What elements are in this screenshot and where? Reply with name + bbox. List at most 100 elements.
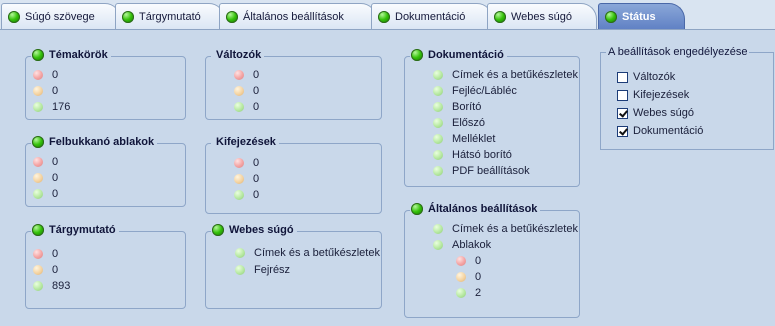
error-dot-icon bbox=[33, 157, 43, 167]
warning-dot-icon bbox=[33, 173, 43, 183]
error-dot-icon bbox=[234, 70, 244, 80]
error-dot-icon bbox=[234, 158, 244, 168]
status-item-label: Ablakok bbox=[452, 239, 492, 251]
warning-dot-icon bbox=[234, 86, 244, 96]
status-item-label: Címek és a betűkészletek bbox=[452, 223, 578, 235]
group-dokumentacio: Dokumentáció Címek és a betűkészletek Fe… bbox=[404, 49, 580, 187]
ok-dot-icon bbox=[234, 190, 244, 200]
error-count: 0 bbox=[253, 157, 260, 169]
ok-count: 176 bbox=[52, 101, 71, 113]
warning-dot-icon bbox=[234, 174, 244, 184]
group-kifejezesek: Kifejezések 0 0 0 bbox=[205, 136, 382, 214]
warning-dot-icon bbox=[33, 86, 43, 96]
warning-count: 0 bbox=[52, 85, 59, 97]
group-temakorok: Témakörök 0 0 176 bbox=[25, 49, 186, 120]
status-led-icon bbox=[122, 10, 134, 23]
group-altalanos-beallitasok: Általános beállítások Címek és a betűkés… bbox=[404, 203, 580, 318]
error-count: 0 bbox=[253, 69, 260, 81]
group-title: Webes súgó bbox=[211, 224, 297, 236]
group-title-text: Témakörök bbox=[49, 49, 108, 61]
settings-enable-groupbox: A beállítások engedélyezése Változók Kif… bbox=[600, 46, 774, 150]
ok-dot-icon bbox=[235, 248, 245, 258]
ok-count-row: 0 bbox=[234, 188, 259, 202]
enable-kifejezesek-checkbox[interactable]: Kifejezések bbox=[617, 88, 689, 102]
status-item: Melléklet bbox=[433, 132, 495, 146]
checkbox-label: Kifejezések bbox=[633, 89, 690, 101]
error-count: 0 bbox=[475, 255, 482, 267]
status-item: Ablakok bbox=[433, 238, 491, 252]
status-led-icon bbox=[32, 224, 44, 236]
ok-count-row: 176 bbox=[33, 100, 70, 114]
settings-title: A beállítások engedélyezése bbox=[606, 46, 750, 58]
ok-dot-icon bbox=[456, 288, 466, 298]
ok-dot-icon bbox=[433, 70, 443, 80]
status-item: Fejléc/Lábléc bbox=[433, 84, 517, 98]
error-dot-icon bbox=[456, 256, 466, 266]
tab-sugo-szovege[interactable]: Súgó szövege bbox=[1, 3, 121, 29]
status-led-icon bbox=[605, 11, 617, 23]
warning-count-row: 0 bbox=[33, 263, 58, 277]
error-count-row: 0 bbox=[33, 155, 58, 169]
status-item: Címek és a betűkészletek bbox=[433, 68, 578, 82]
enable-valtozok-checkbox[interactable]: Változók bbox=[617, 70, 675, 84]
status-led-icon bbox=[32, 136, 44, 148]
warning-count: 0 bbox=[253, 85, 260, 97]
status-led-icon bbox=[8, 10, 20, 23]
warning-count: 0 bbox=[52, 264, 59, 276]
tab-status[interactable]: Státus bbox=[598, 3, 685, 30]
tab-label: Súgó szövege bbox=[25, 10, 95, 23]
enable-dokumentacio-checkbox[interactable]: Dokumentáció bbox=[617, 124, 703, 138]
group-title-text: Változók bbox=[216, 49, 262, 61]
status-led-icon bbox=[32, 49, 44, 61]
ok-count-row: 0 bbox=[234, 100, 259, 114]
status-led-icon bbox=[411, 203, 423, 215]
error-count: 0 bbox=[52, 69, 59, 81]
warning-dot-icon bbox=[33, 265, 43, 275]
checkbox-box[interactable] bbox=[617, 107, 628, 119]
checkbox-box[interactable] bbox=[617, 71, 628, 83]
status-item: Hátsó borító bbox=[433, 148, 512, 162]
warning-dot-icon bbox=[456, 272, 466, 282]
ok-count: 893 bbox=[52, 280, 71, 292]
group-title-text: Dokumentáció bbox=[428, 49, 504, 61]
group-title: Témakörök bbox=[31, 49, 111, 61]
ok-dot-icon bbox=[433, 166, 443, 176]
tab-label: Tárgymutató bbox=[139, 10, 201, 23]
checkbox-box[interactable] bbox=[617, 89, 628, 101]
tab-dokumentacio[interactable]: Dokumentáció bbox=[371, 3, 493, 29]
status-item-label: Előszó bbox=[452, 117, 486, 129]
status-item: Fejrész bbox=[235, 263, 290, 277]
group-webes-sugo: Webes súgó Címek és a betűkészletek Fejr… bbox=[205, 224, 382, 309]
ok-dot-icon bbox=[433, 224, 443, 234]
status-item-label: Címek és a betűkészletek bbox=[452, 69, 578, 81]
warning-count-row: 0 bbox=[234, 172, 259, 186]
group-title: Változók bbox=[211, 49, 265, 61]
warning-count-row: 0 bbox=[456, 270, 481, 284]
ok-dot-icon bbox=[433, 102, 443, 112]
status-item: PDF beállítások bbox=[433, 164, 530, 178]
group-title-text: Kifejezések bbox=[216, 136, 276, 148]
enable-webes-sugo-checkbox[interactable]: Webes súgó bbox=[617, 106, 694, 120]
tab-targymutato[interactable]: Tárgymutató bbox=[115, 3, 225, 29]
error-dot-icon bbox=[33, 70, 43, 80]
status-item-label: Melléklet bbox=[452, 133, 496, 145]
tab-webes-sugo[interactable]: Webes súgó bbox=[487, 3, 597, 29]
status-led-icon bbox=[378, 10, 390, 23]
group-felbukkano-ablakok: Felbukkanó ablakok 0 0 0 bbox=[25, 136, 186, 207]
status-item-label: Hátsó borító bbox=[452, 149, 512, 161]
status-item-label: Borító bbox=[452, 101, 482, 113]
ok-count-row: 2 bbox=[456, 286, 481, 300]
checkbox-label: Dokumentáció bbox=[633, 125, 704, 137]
warning-count: 0 bbox=[52, 172, 59, 184]
group-title-text: Tárgymutató bbox=[49, 224, 116, 236]
status-item-label: PDF beállítások bbox=[452, 165, 530, 177]
checkbox-box[interactable] bbox=[617, 125, 628, 137]
ok-dot-icon bbox=[433, 134, 443, 144]
group-title: Általános beállítások bbox=[410, 203, 541, 215]
status-panel: Témakörök 0 0 176 Felbukkanó ablakok 0 0… bbox=[0, 30, 775, 326]
ok-dot-icon bbox=[33, 189, 43, 199]
group-title: Tárgymutató bbox=[31, 224, 119, 236]
group-title: Dokumentáció bbox=[410, 49, 507, 61]
tab-altalanos-beallitasok[interactable]: Általános beállítások bbox=[219, 3, 377, 29]
status-item-label: Fejrész bbox=[254, 264, 291, 276]
